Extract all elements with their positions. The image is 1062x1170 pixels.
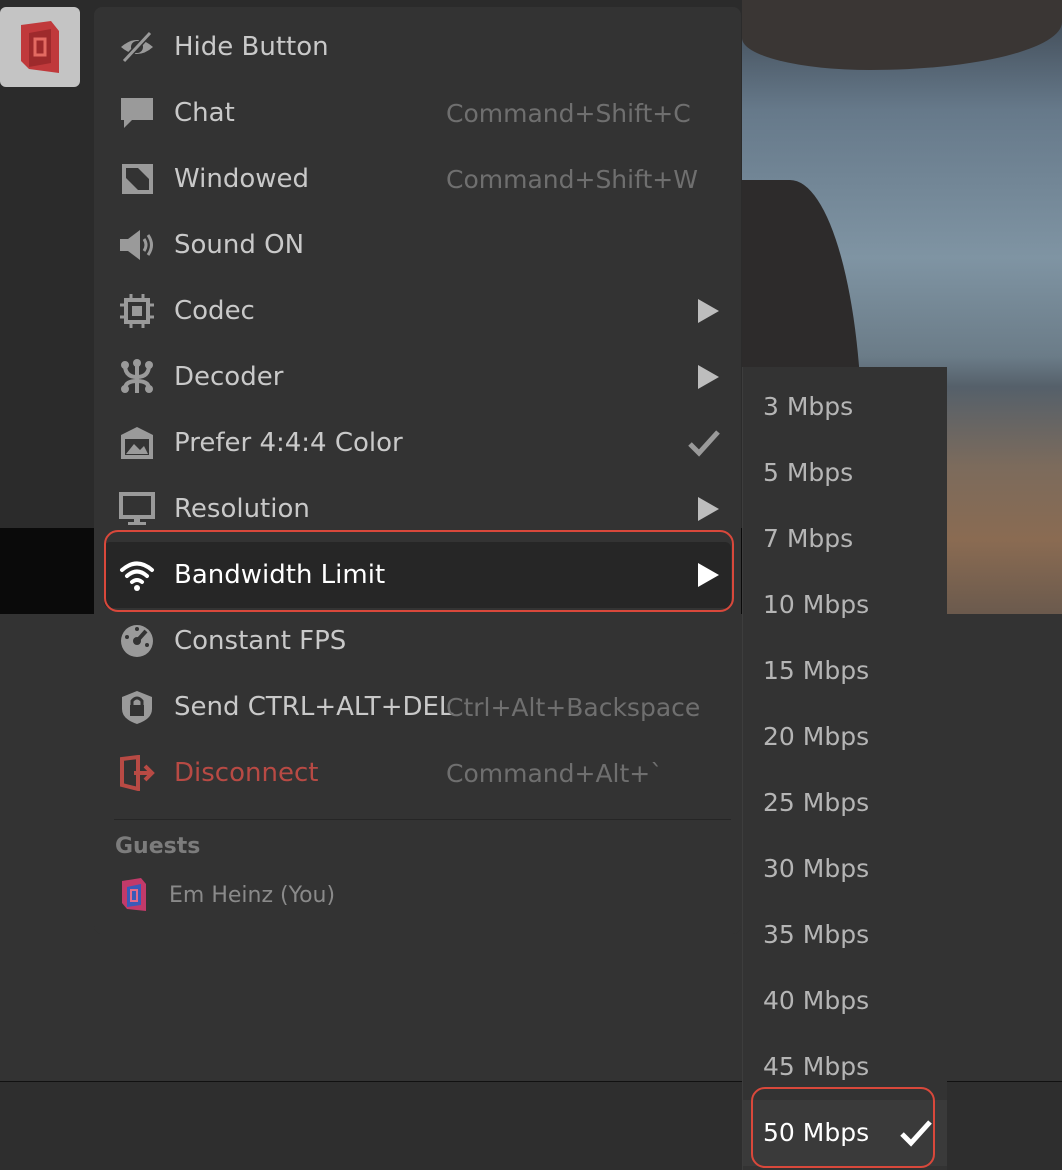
parsec-logo-icon	[21, 21, 59, 73]
picture-icon	[118, 425, 156, 461]
bandwidth-option[interactable]: 25 Mbps	[743, 770, 947, 836]
menu-item-windowed[interactable]: Windowed Command+Shift+W	[104, 146, 731, 212]
chat-bubble-icon	[118, 95, 156, 131]
menu-item-sound[interactable]: Sound ON	[104, 212, 731, 278]
submenu-arrow-icon	[698, 563, 719, 587]
menu-item-label: Chat	[174, 98, 235, 128]
bandwidth-option-label: 5 Mbps	[763, 458, 854, 487]
submenu-arrow-icon	[698, 497, 719, 521]
menu-item-send-ctrl-alt-del[interactable]: Send CTRL+ALT+DEL Ctrl+Alt+Backspace	[104, 674, 731, 740]
monitor-icon	[118, 491, 156, 527]
menu-item-resolution[interactable]: Resolution	[104, 476, 731, 542]
menu-item-shortcut: Command+Alt+`	[446, 758, 663, 788]
bandwidth-option[interactable]: 15 Mbps	[743, 638, 947, 704]
menu-item-hide-button[interactable]: Hide Button	[104, 14, 731, 80]
bandwidth-option-label: 45 Mbps	[763, 1052, 870, 1081]
menu-item-decoder[interactable]: Decoder	[104, 344, 731, 410]
bandwidth-option-label: 10 Mbps	[763, 590, 870, 619]
bandwidth-option[interactable]: 30 Mbps	[743, 836, 947, 902]
bandwidth-option[interactable]: 3 Mbps	[743, 374, 947, 440]
lock-shield-icon	[118, 689, 156, 725]
checkmark-icon	[900, 1120, 932, 1147]
menu-item-label: Send CTRL+ALT+DEL	[174, 692, 454, 722]
bandwidth-submenu: 3 Mbps 5 Mbps 7 Mbps 10 Mbps 15 Mbps 20 …	[742, 367, 947, 1170]
menu-item-label: Codec	[174, 296, 255, 326]
bandwidth-option-label: 35 Mbps	[763, 920, 870, 949]
menu-item-label: Constant FPS	[174, 626, 347, 656]
windowed-icon	[118, 161, 156, 197]
bandwidth-option[interactable]: 7 Mbps	[743, 506, 947, 572]
menu-item-label: Sound ON	[174, 230, 305, 260]
bandwidth-option[interactable]: 10 Mbps	[743, 572, 947, 638]
menu-divider	[114, 819, 731, 820]
parsec-logo-icon	[122, 878, 146, 911]
menu-item-label: Decoder	[174, 362, 284, 392]
menu-item-prefer-444[interactable]: Prefer 4:4:4 Color	[104, 410, 731, 476]
overlay-menu: Hide Button Chat Command+Shift+C Windowe…	[94, 7, 741, 934]
menu-item-label: Resolution	[174, 494, 310, 524]
menu-item-bandwidth-limit[interactable]: Bandwidth Limit	[104, 542, 731, 608]
bandwidth-option[interactable]: 20 Mbps	[743, 704, 947, 770]
gauge-icon	[118, 623, 156, 659]
wifi-icon	[118, 557, 156, 593]
bandwidth-option-label: 30 Mbps	[763, 854, 870, 883]
menu-item-disconnect[interactable]: Disconnect Command+Alt+`	[104, 740, 731, 806]
menu-item-shortcut: Ctrl+Alt+Backspace	[446, 692, 701, 722]
menu-item-label: Disconnect	[174, 758, 319, 788]
menu-item-shortcut: Command+Shift+W	[446, 164, 698, 194]
parsec-menu-button[interactable]	[0, 7, 80, 87]
submenu-arrow-icon	[698, 299, 719, 323]
bandwidth-option-label: 50 Mbps	[763, 1118, 870, 1147]
bandwidth-option[interactable]: 40 Mbps	[743, 968, 947, 1034]
bandwidth-option-selected[interactable]: 50 Mbps	[743, 1100, 947, 1166]
bandwidth-option-label: 15 Mbps	[763, 656, 870, 685]
menu-item-label: Prefer 4:4:4 Color	[174, 428, 403, 458]
menu-item-chat[interactable]: Chat Command+Shift+C	[104, 80, 731, 146]
menu-item-constant-fps[interactable]: Constant FPS	[104, 608, 731, 674]
bandwidth-option-label: 20 Mbps	[763, 722, 870, 751]
bandwidth-option-label: 3 Mbps	[763, 392, 854, 421]
disconnect-icon	[118, 755, 156, 791]
bandwidth-option[interactable]: 5 Mbps	[743, 440, 947, 506]
decoder-icon	[118, 359, 156, 395]
bandwidth-option-label: 7 Mbps	[763, 524, 854, 553]
speaker-icon	[118, 227, 156, 263]
guests-heading: Guests	[115, 834, 201, 859]
checkmark-icon	[688, 430, 720, 457]
bandwidth-option[interactable]: 35 Mbps	[743, 902, 947, 968]
bandwidth-option-label: 25 Mbps	[763, 788, 870, 817]
guest-item[interactable]: Em Heinz (You)	[119, 875, 419, 915]
guest-name: Em Heinz (You)	[169, 882, 336, 908]
chip-icon	[118, 293, 156, 329]
menu-item-label: Bandwidth Limit	[174, 560, 386, 590]
menu-item-label: Hide Button	[174, 32, 329, 62]
hidden-eye-icon	[118, 29, 156, 65]
bandwidth-option-label: 40 Mbps	[763, 986, 870, 1015]
menu-item-codec[interactable]: Codec	[104, 278, 731, 344]
submenu-arrow-icon	[698, 365, 719, 389]
menu-item-label: Windowed	[174, 164, 310, 194]
menu-item-shortcut: Command+Shift+C	[446, 98, 691, 128]
bandwidth-option[interactable]: 45 Mbps	[743, 1034, 947, 1100]
